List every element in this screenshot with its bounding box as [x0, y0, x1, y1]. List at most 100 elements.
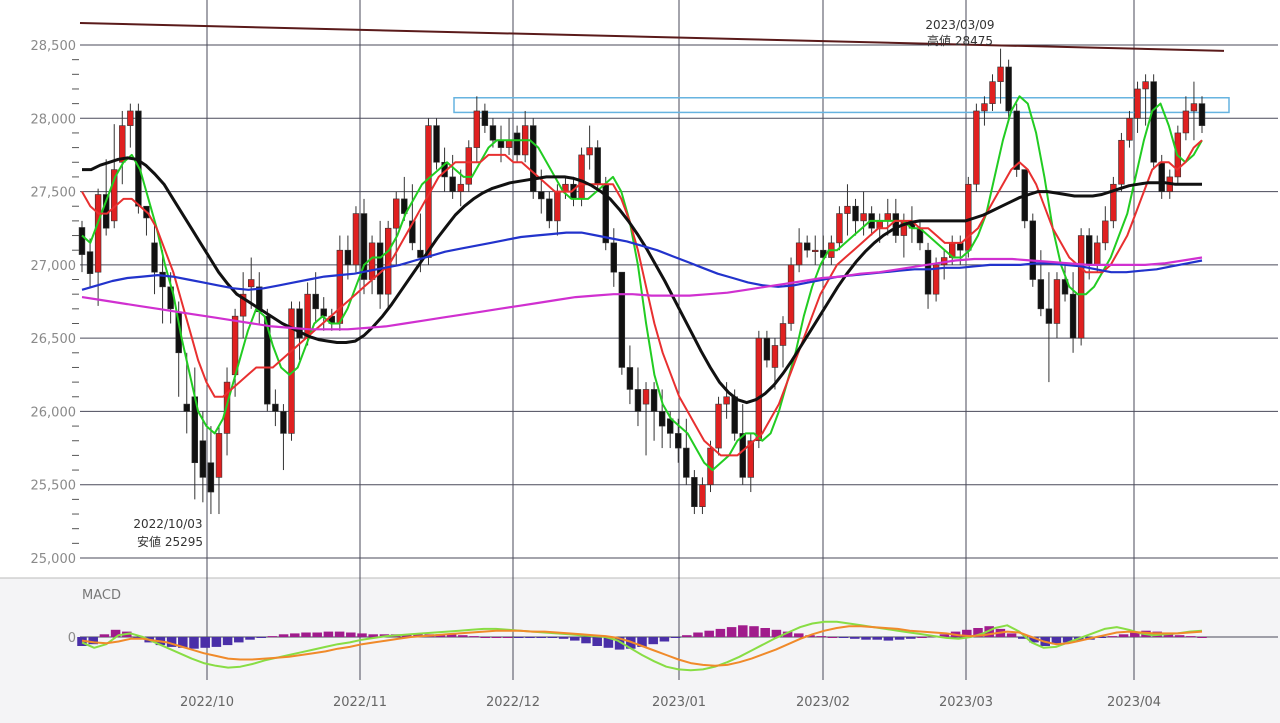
candle-up	[304, 293, 311, 339]
candle-up	[586, 147, 593, 156]
macd-histogram-bar	[682, 635, 692, 637]
candle-down	[272, 403, 279, 412]
candle-up	[1134, 88, 1141, 119]
candle-down	[344, 249, 352, 266]
macd-histogram-bar	[558, 637, 569, 639]
macd-histogram-bar	[480, 637, 490, 638]
candle-down	[489, 125, 497, 141]
macd-histogram-bar	[211, 637, 222, 647]
macd-histogram-bar	[547, 637, 558, 638]
candle-down	[1005, 66, 1012, 112]
candle-down	[957, 242, 964, 251]
candle-up	[844, 205, 851, 214]
y-tick-label: 27,000	[31, 259, 77, 274]
y-tick-label: 25,000	[31, 552, 77, 567]
candle-up	[1126, 117, 1133, 141]
candle-down	[658, 411, 666, 427]
x-tick-label: 2022/12	[486, 695, 540, 710]
macd-histogram-bar	[670, 637, 681, 638]
candle-up	[352, 213, 360, 266]
macd-histogram-bar	[491, 637, 502, 638]
candle-up	[989, 81, 996, 104]
macd-histogram-bar	[861, 637, 871, 640]
macd-histogram-bar	[794, 633, 804, 637]
macd-histogram-bar	[570, 637, 580, 641]
macd-histogram-bar	[883, 637, 894, 641]
candle-down	[417, 249, 424, 258]
macd-histogram-bar	[334, 631, 345, 637]
candle-down	[1198, 103, 1206, 126]
macd-histogram-bar	[816, 636, 826, 638]
macd-histogram-bar	[659, 637, 670, 642]
macd-histogram-bar	[469, 636, 479, 638]
macd-label: MACD	[82, 588, 121, 603]
candle-up	[981, 103, 988, 112]
macd-histogram-bar	[1107, 636, 1118, 638]
macd-histogram-bar	[581, 637, 591, 644]
macd-histogram-bar	[458, 635, 468, 637]
candle-up	[715, 403, 722, 449]
candle-down	[618, 271, 626, 368]
high-value-label: 高値 28475	[927, 33, 993, 48]
candle-up	[1053, 279, 1061, 324]
candle-up	[393, 198, 400, 229]
candle-up	[755, 337, 763, 442]
macd-histogram-bar	[222, 637, 233, 646]
candle-down	[683, 447, 690, 478]
macd-histogram-bar	[760, 628, 770, 637]
macd-histogram-bar	[536, 637, 546, 638]
x-tick-label: 2022/11	[333, 695, 387, 710]
macd-histogram-bar	[323, 631, 334, 637]
candle-down	[320, 308, 327, 317]
macd-histogram-bar	[1174, 635, 1185, 637]
candle-down	[449, 176, 456, 192]
y-tick-label: 25,500	[31, 479, 77, 494]
macd-histogram-bar	[514, 637, 524, 638]
low-value-label: 安値 25295	[137, 534, 203, 549]
macd-histogram-bar	[592, 637, 602, 646]
macd-y-tick-label: 0	[68, 631, 76, 646]
macd-histogram-bar	[301, 632, 311, 637]
x-tick-label: 2022/10	[180, 695, 234, 710]
candle-down	[1037, 279, 1045, 310]
candle-up	[884, 213, 891, 222]
candle-up	[973, 110, 980, 185]
candle-down	[481, 110, 489, 126]
candle-down	[852, 205, 859, 222]
candle-down	[151, 242, 158, 273]
macd-histogram-bar	[502, 637, 513, 638]
candle-down	[78, 227, 86, 255]
macd-histogram-bar	[1118, 634, 1129, 637]
candle-down	[763, 337, 771, 361]
candle-up	[642, 389, 650, 405]
candle-down	[924, 249, 932, 295]
candle-up	[1142, 81, 1149, 90]
candle-up	[248, 279, 255, 288]
candle-up	[578, 154, 585, 200]
macd-histogram-bar	[278, 634, 289, 637]
macd-histogram-bar	[838, 637, 849, 638]
y-tick-label: 27,500	[31, 186, 77, 201]
macd-histogram-bar	[715, 628, 726, 637]
candle-down	[280, 411, 287, 434]
macd-histogram-bar	[894, 637, 905, 640]
candle-down	[1085, 235, 1093, 266]
candle-down	[634, 389, 642, 412]
candle-down	[1045, 308, 1053, 324]
macd-histogram-bar	[346, 632, 356, 637]
macd-histogram-bar	[200, 637, 210, 648]
candle-down	[497, 139, 505, 148]
macd-histogram-bar	[357, 633, 367, 637]
candle-down	[546, 198, 553, 222]
candle-down	[183, 403, 190, 412]
high-date-label: 2023/03/09	[925, 18, 994, 32]
candle-down	[731, 396, 738, 434]
macd-histogram-bar	[872, 637, 882, 640]
y-tick-label: 26,500	[31, 332, 77, 347]
macd-histogram-bar	[917, 637, 927, 638]
x-tick-label: 2023/04	[1107, 695, 1161, 710]
candle-up	[779, 323, 787, 346]
y-tick-label: 26,000	[31, 405, 77, 420]
macd-histogram-bar	[827, 637, 838, 638]
macd-histogram-bar	[525, 637, 535, 638]
